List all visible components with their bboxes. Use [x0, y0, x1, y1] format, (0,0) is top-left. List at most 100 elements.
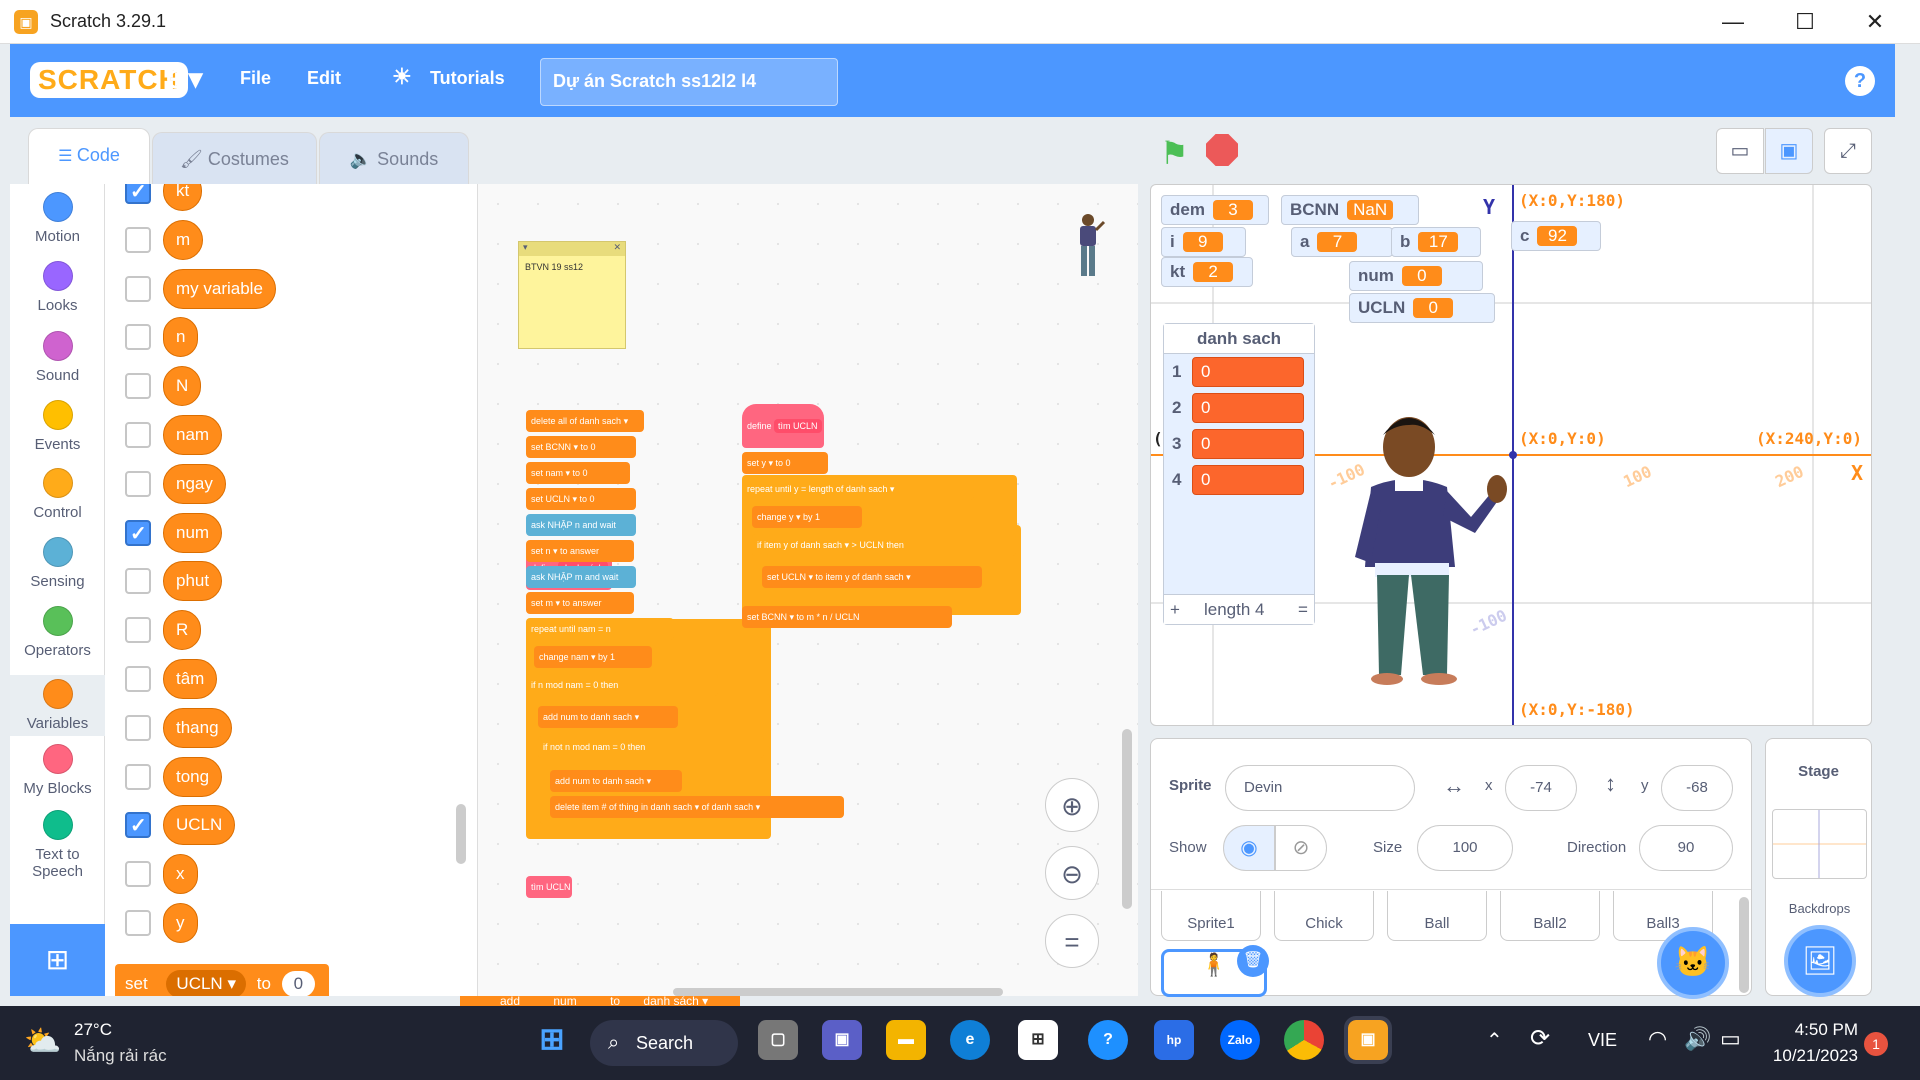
minimize-button[interactable]: —: [1700, 0, 1766, 44]
small-stage-button[interactable]: ▭: [1716, 128, 1764, 174]
green-flag-icon[interactable]: ⚑: [1160, 134, 1189, 172]
define-hat-block[interactable]: define tìm UCLN: [742, 404, 824, 448]
volume-icon[interactable]: 🔊: [1684, 1026, 1711, 1052]
myhp-icon[interactable]: hp: [1154, 1020, 1194, 1060]
tab-sounds[interactable]: 🔈 Sounds: [319, 132, 469, 184]
y-input[interactable]: -68: [1661, 765, 1733, 811]
sprite-tile[interactable]: Ball2: [1500, 891, 1600, 941]
notification-badge[interactable]: 1: [1864, 1032, 1888, 1056]
variable-monitor-checkbox[interactable]: [125, 184, 151, 204]
list-item[interactable]: 20: [1164, 390, 1314, 426]
palette-scrollbar[interactable]: [456, 804, 466, 864]
workspace-scrollbar-h[interactable]: [673, 988, 1003, 996]
battery-icon[interactable]: ▭: [1720, 1026, 1741, 1052]
clock-time[interactable]: 4:50 PM: [1766, 1020, 1858, 1040]
category-sound[interactable]: Sound: [10, 331, 105, 384]
show-visible-button[interactable]: ◉: [1223, 825, 1275, 871]
category-motion[interactable]: Motion: [10, 192, 105, 245]
variable-monitor-checkbox[interactable]: [125, 519, 151, 546]
variable-reporter[interactable]: N: [163, 366, 202, 407]
script-block[interactable]: change y ▾ by 1: [752, 506, 862, 528]
sync-icon[interactable]: ⟳: [1530, 1024, 1550, 1053]
store-icon[interactable]: ⊞: [1018, 1020, 1058, 1060]
variable-monitor-num[interactable]: num 0: [1349, 261, 1483, 291]
script-block[interactable]: set UCLN ▾ to item y of danh sach ▾: [762, 566, 982, 588]
variable-reporter[interactable]: num: [163, 512, 223, 553]
list-item[interactable]: 40: [1164, 462, 1314, 498]
variable-reporter[interactable]: tâm: [163, 659, 218, 699]
language-indicator[interactable]: VIE: [1588, 1030, 1617, 1051]
variable-reporter[interactable]: nam: [163, 415, 223, 455]
direction-input[interactable]: 90: [1639, 825, 1733, 871]
sprite-name-input[interactable]: Devin: [1225, 765, 1415, 811]
variable-monitor-checkbox[interactable]: [125, 910, 151, 936]
choose-backdrop-button[interactable]: 🖼: [1784, 925, 1856, 997]
menu-edit[interactable]: Edit: [307, 68, 341, 89]
zoom-in-button[interactable]: ⊕: [1045, 778, 1099, 832]
variable-dropdown[interactable]: UCLN ▾: [166, 970, 246, 996]
sprite-tile[interactable]: Ball: [1387, 891, 1487, 941]
variable-monitor-checkbox[interactable]: [125, 324, 151, 351]
category-operators[interactable]: Operators: [10, 606, 105, 659]
variable-monitor-checkbox[interactable]: [125, 714, 151, 741]
script-block[interactable]: if item y of danh sach ▾ > UCLN then: [752, 534, 1016, 556]
variable-reporter[interactable]: kt: [163, 184, 203, 211]
hide-sprite-button[interactable]: ⊘: [1275, 825, 1327, 871]
help-app-icon[interactable]: ?: [1088, 1020, 1128, 1060]
menu-file[interactable]: File: [240, 68, 271, 89]
category-looks[interactable]: Looks: [10, 261, 105, 314]
variable-reporter[interactable]: ngay: [163, 463, 226, 504]
add-extension-button[interactable]: ⊞: [10, 924, 105, 996]
stage-selector[interactable]: Stage Backdrops 🖼: [1765, 738, 1872, 997]
script-block[interactable]: delete all of danh sach ▾: [526, 410, 644, 432]
script-block[interactable]: if n mod nam = 0 then: [526, 674, 718, 696]
maximize-button[interactable]: ☐: [1772, 0, 1838, 44]
variable-monitor-checkbox[interactable]: [125, 763, 151, 790]
zoom-out-button[interactable]: ⊖: [1045, 846, 1099, 900]
zoom-reset-button[interactable]: =: [1045, 914, 1099, 968]
variable-reporter[interactable]: UCLN: [163, 805, 236, 846]
script-block[interactable]: repeat until y = length of danh sach ▾: [742, 478, 974, 500]
script-block[interactable]: ask NHẬP m and wait: [526, 566, 636, 588]
script-block[interactable]: set UCLN ▾ to 0: [526, 488, 636, 510]
fullscreen-button[interactable]: ⤢: [1824, 128, 1872, 174]
help-icon[interactable]: ?: [1845, 66, 1875, 96]
variable-monitor-checkbox[interactable]: [125, 275, 151, 302]
lightbulb-icon[interactable]: ☀: [392, 64, 412, 90]
devin-sprite[interactable]: [1351, 407, 1511, 687]
list-monitor[interactable]: danh sach 10203040 + length 4 =: [1163, 323, 1315, 625]
variable-monitor-ucln[interactable]: UCLN 0: [1349, 293, 1495, 323]
teams-icon[interactable]: ▣: [822, 1020, 862, 1060]
stop-icon[interactable]: [1206, 134, 1238, 166]
script-block[interactable]: add num to danh sach ▾: [538, 706, 678, 728]
workspace-scrollbar-v[interactable]: [1122, 729, 1132, 909]
category-events[interactable]: Events: [10, 400, 105, 453]
category-variables[interactable]: Variables: [10, 675, 105, 736]
tray-chevron-icon[interactable]: ⌃: [1486, 1028, 1503, 1053]
script-block[interactable]: if not n mod nam = 0 then: [538, 736, 764, 758]
weather-icon[interactable]: ⛅: [24, 1024, 61, 1059]
list-add-button[interactable]: +: [1170, 595, 1180, 625]
variable-reporter[interactable]: y: [163, 903, 198, 943]
comment-note[interactable]: ▾ ✕ BTVN 19 ss12: [518, 241, 626, 349]
variable-reporter[interactable]: thang: [163, 707, 232, 748]
variable-reporter[interactable]: R: [163, 610, 202, 651]
globe-icon[interactable]: ⊕▾: [165, 62, 203, 95]
script-block[interactable]: set y ▾ to 0: [742, 452, 828, 474]
script-block[interactable]: delete item # of thing in danh sach ▾ of…: [550, 796, 844, 818]
script-block[interactable]: add num to danh sach ▾: [550, 770, 682, 792]
variable-reporter[interactable]: phut: [163, 561, 223, 602]
close-icon[interactable]: ✕: [613, 242, 621, 256]
category-my-blocks[interactable]: My Blocks: [10, 744, 105, 797]
script-block[interactable]: repeat until nam = n: [526, 618, 674, 640]
weather-desc[interactable]: Nắng rải rác: [74, 1046, 167, 1066]
scratch-taskbar-icon[interactable]: ▣: [1344, 1016, 1392, 1064]
choose-sprite-button[interactable]: 🐱: [1657, 927, 1729, 999]
sprite-list-scrollbar[interactable]: [1739, 897, 1749, 993]
variable-reporter[interactable]: tong: [163, 756, 223, 797]
variable-reporter[interactable]: n: [163, 317, 199, 358]
sprite-tile[interactable]: Chick: [1274, 891, 1374, 941]
variable-reporter[interactable]: m: [163, 219, 204, 260]
script-block[interactable]: ask NHẬP n and wait: [526, 514, 636, 536]
category-text-to-speech[interactable]: Text to Speech: [10, 810, 105, 880]
